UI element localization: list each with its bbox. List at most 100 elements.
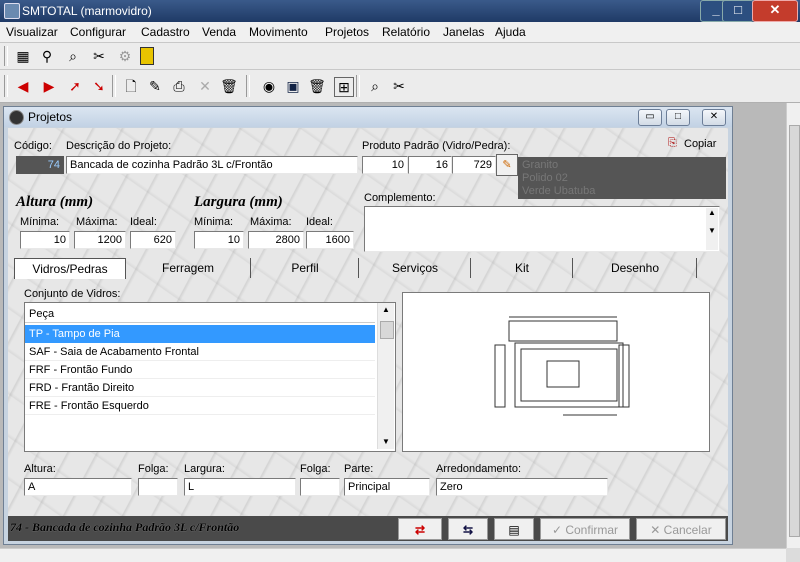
produto-desc-line-3: Verde Ubatuba	[522, 185, 596, 197]
menu-configurar[interactable]: Configurar	[70, 25, 126, 39]
largura-minima-label: Mínima:	[194, 216, 234, 228]
window-title: Projetos	[28, 110, 73, 124]
tab-desenho[interactable]: Desenho	[574, 258, 697, 278]
descricao-label: Descrição do Projeto:	[66, 140, 172, 152]
folga-largura-field[interactable]	[300, 478, 340, 496]
confirmar-button[interactable]: ✓ Confirmar	[540, 518, 630, 540]
altura-title: Altura (mm)	[16, 194, 94, 210]
menu-relatorio[interactable]: Relatório	[382, 25, 430, 39]
tab-vidros-pedras[interactable]: Vidros/Pedras	[14, 258, 126, 279]
check-icon: ✓	[551, 523, 566, 537]
pin-icon[interactable]: ➚	[66, 77, 84, 95]
toolbar-grip	[4, 46, 8, 66]
arrow-right-icon[interactable]: ▶	[40, 77, 58, 95]
conjunto-list: Peça TP - Tampo de Pia SAF - Saia de Aca…	[24, 302, 396, 452]
app-icon	[4, 3, 20, 19]
complemento-field[interactable]	[364, 206, 720, 252]
maximize-button[interactable]: □	[722, 0, 754, 22]
list-item[interactable]: SAF - Saia de Acabamento Frontal	[25, 343, 375, 361]
preview-icon[interactable]: ⌕	[366, 77, 384, 95]
list-item[interactable]: FRE - Frontão Esquerdo	[25, 397, 375, 415]
projetos-title-bar: Projetos ▭ □ ✕	[4, 107, 732, 127]
list-item[interactable]: TP - Tampo de Pia	[25, 325, 375, 343]
list-scrollbar[interactable]: ▲ ▼	[377, 303, 394, 449]
largura-minima-field[interactable]: 10	[194, 231, 244, 249]
altura-formula-field[interactable]: A	[24, 478, 132, 496]
tools-2-icon[interactable]: ✂	[390, 77, 408, 95]
frontao-fundo-shape	[508, 320, 618, 342]
exit-door-icon[interactable]	[140, 47, 154, 65]
cancelar-button[interactable]: ✕ Cancelar	[636, 518, 726, 540]
produto-field-3[interactable]: 729	[452, 156, 496, 174]
delete-x-icon[interactable]: ✕	[196, 77, 214, 95]
list-item[interactable]: FRD - Frantão Direito	[25, 379, 375, 397]
mdi-vertical-scrollbar[interactable]	[786, 103, 800, 548]
codigo-field[interactable]: 74	[16, 156, 64, 174]
menu-projetos[interactable]: Projetos	[325, 25, 369, 39]
toolbar-grip-2	[4, 75, 8, 97]
add-item-button[interactable]: ⇄	[398, 518, 442, 540]
tools-icon[interactable]: ✂	[90, 47, 108, 65]
menu-ajuda[interactable]: Ajuda	[495, 25, 526, 39]
menu-venda[interactable]: Venda	[202, 25, 236, 39]
confirmar-label: Confirmar	[565, 523, 619, 537]
window-restore-button[interactable]: □	[666, 109, 690, 126]
close-button[interactable]: ✕	[752, 0, 798, 22]
altura-minima-field[interactable]: 10	[20, 231, 70, 249]
mdi-horizontal-scrollbar[interactable]	[0, 548, 786, 562]
calculator-icon[interactable]: ▦	[14, 47, 32, 65]
camera-icon[interactable]: ◉	[260, 77, 278, 95]
trash-2-icon[interactable]: 🗑	[308, 77, 326, 95]
trash-icon[interactable]: 🗑	[220, 77, 238, 95]
arredondamento-field[interactable]: Zero	[436, 478, 608, 496]
find-icon[interactable]: ⌕	[64, 47, 82, 65]
arrow-left-icon[interactable]: ◀	[14, 77, 32, 95]
produto-field-2[interactable]: 16	[408, 156, 452, 174]
produto-label: Produto Padrão (Vidro/Pedra):	[362, 140, 511, 152]
save-icon[interactable]: ▣	[284, 77, 302, 95]
window-close-button[interactable]: ✕	[702, 109, 726, 126]
arrow-down-right-icon[interactable]: ➘	[90, 77, 108, 95]
altura-maxima-field[interactable]: 1200	[74, 231, 126, 249]
produto-field-1[interactable]: 10	[362, 156, 408, 174]
new-doc-icon[interactable]: 🗋	[122, 77, 140, 95]
list-header-peca: Peça	[25, 305, 375, 323]
cancelar-label: Cancelar	[663, 523, 712, 537]
largura-title: Largura (mm)	[194, 194, 283, 210]
tab-kit[interactable]: Kit	[472, 258, 573, 278]
produto-lookup-button[interactable]: ✎	[496, 154, 518, 176]
tab-perfil[interactable]: Perfil	[252, 258, 359, 278]
descricao-field[interactable]: Bancada de cozinha Padrão 3L c/Frontão	[66, 156, 358, 174]
parte-field[interactable]: Principal	[344, 478, 430, 496]
window-minimize-button[interactable]: ▭	[638, 109, 662, 126]
largura-field-label: Largura:	[184, 463, 225, 475]
drawing-preview	[402, 292, 710, 452]
search-key-icon[interactable]: ⚲	[38, 47, 56, 65]
settings-icon[interactable]: ⚙	[116, 47, 134, 65]
copy-icon[interactable]: ⎘	[668, 137, 680, 149]
window-icon	[9, 110, 24, 125]
list-item[interactable]: FRF - Frontão Fundo	[25, 361, 375, 379]
mdi-scroll-thumb[interactable]	[789, 125, 800, 537]
tab-servicos[interactable]: Serviços	[360, 258, 471, 278]
menu-cadastro[interactable]: Cadastro	[141, 25, 190, 39]
menu-janelas[interactable]: Janelas	[443, 25, 484, 39]
altura-ideal-field[interactable]: 620	[130, 231, 176, 249]
folga-altura-field[interactable]	[138, 478, 178, 496]
list-scroll-thumb[interactable]	[380, 321, 394, 339]
tab-ferragem[interactable]: Ferragem	[126, 258, 251, 278]
largura-formula-field[interactable]: L	[184, 478, 296, 496]
menu-visualizar[interactable]: Visualizar	[6, 25, 58, 39]
frontao-direito-shape	[618, 344, 630, 408]
produto-desc-line-1: Granito	[522, 159, 559, 171]
remove-item-button[interactable]: ⇆	[448, 518, 488, 540]
copiar-button[interactable]: Copiar	[684, 138, 716, 150]
complemento-scrollbar[interactable]: ▲ ▼	[706, 208, 718, 250]
edit-doc-icon[interactable]: ✎	[146, 77, 164, 95]
menu-movimento[interactable]: Movimento	[249, 25, 308, 39]
largura-maxima-field[interactable]: 2800	[248, 231, 304, 249]
calc-button[interactable]: ▤	[494, 518, 534, 540]
print-icon[interactable]: ⎙	[170, 77, 188, 95]
largura-ideal-field[interactable]: 1600	[306, 231, 354, 249]
grid-icon[interactable]: ⊞	[334, 77, 354, 97]
